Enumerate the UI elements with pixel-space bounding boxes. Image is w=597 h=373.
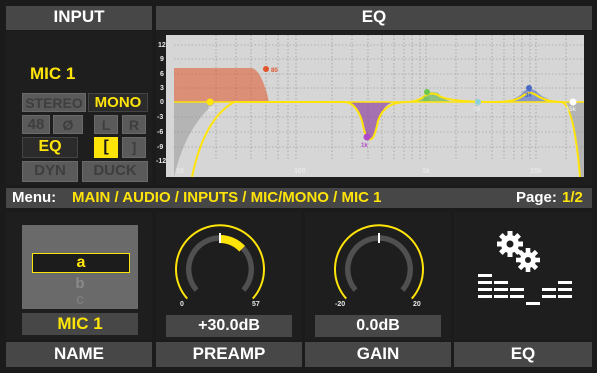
phantom-48-button[interactable]: 48 (22, 115, 50, 134)
y-tick-3: 3 (160, 85, 164, 92)
band-label-5: 5k (474, 107, 481, 113)
menu-bar: Menu: MAIN / AUDIO / INPUTS / MIC/MONO /… (6, 188, 592, 208)
right-button[interactable]: R (122, 115, 146, 134)
mono-button[interactable]: MONO (88, 93, 148, 112)
eq-shortcut-label: EQ (454, 342, 592, 367)
channel-name: MIC 1 (30, 64, 76, 83)
x-tick-1k: 1k (422, 168, 430, 175)
x-tick-10: 10 (176, 168, 184, 175)
band-point-3 (363, 133, 371, 141)
dyn-button[interactable]: DYN (22, 161, 78, 182)
y-tick-9: 9 (160, 56, 164, 63)
x-tick-100: 100 (294, 168, 306, 175)
y-tick-12: 12 (158, 42, 166, 49)
eq-y-axis: 12 9 6 3 0 -3 -6 -9 -12 (156, 42, 166, 165)
gain-cell[interactable]: -20 20 0.0dB (305, 212, 451, 340)
eq-graph-panel[interactable]: 25 80 1k 1k 5k 3k 15k 12 9 6 3 0 -3 -6 -… (156, 31, 592, 185)
gain-max-label: 20 (413, 301, 421, 308)
name-list-selected[interactable]: a (32, 253, 130, 273)
stereo-button[interactable]: STEREO (22, 93, 86, 112)
name-cell[interactable]: a b c MIC 1 (6, 212, 152, 340)
y-tick-m9: -9 (157, 144, 163, 151)
name-list-box[interactable]: a b c (22, 225, 138, 309)
y-tick-m12: -12 (156, 158, 166, 165)
input-panel-title: INPUT (6, 6, 152, 30)
band-point-4 (424, 89, 430, 95)
preamp-label: PREAMP (156, 342, 302, 367)
band-label-1: 25 (208, 107, 215, 113)
eq-curve-graph[interactable]: 25 80 1k 1k 5k 3k 15k 12 9 6 3 0 -3 -6 -… (156, 31, 592, 185)
duck-button[interactable]: DUCK (82, 161, 148, 182)
gain-min-label: -20 (335, 301, 345, 308)
gears-eq-icon[interactable] (454, 212, 592, 322)
page-indicator[interactable]: 1/2 (562, 188, 583, 208)
x-tick-10k: 10k (530, 168, 542, 175)
y-tick-0: 0 (160, 99, 164, 106)
bracket-close-button[interactable]: ] (122, 137, 146, 158)
y-tick-6: 6 (160, 71, 164, 78)
eq-shortcut-cell[interactable] (454, 212, 592, 340)
band-label-3: 1k (361, 143, 368, 149)
menu-prefix: Menu: (12, 189, 57, 206)
menu-breadcrumb[interactable]: MAIN / AUDIO / INPUTS / MIC/MONO / MIC 1 (72, 188, 381, 208)
page-label: Page: (516, 189, 557, 206)
band-point-1 (206, 98, 214, 106)
phase-invert-button[interactable]: Ø (53, 115, 83, 134)
band-point-7 (569, 98, 577, 106)
band-label-7: 15k (566, 107, 577, 113)
eq-panel-title: EQ (156, 6, 592, 30)
band-label-6: 3k (525, 93, 532, 99)
name-label: NAME (6, 342, 152, 367)
band-lowshelf-fill (174, 68, 269, 102)
gain-value-field[interactable]: 0.0dB (315, 315, 441, 337)
band-label-2: 80 (271, 68, 278, 74)
gain-label: GAIN (305, 342, 451, 367)
band-label-4: 1k (423, 97, 430, 103)
gain-knob[interactable]: -20 20 (305, 212, 451, 312)
y-tick-m3: -3 (157, 114, 163, 121)
preamp-min-label: 0 (180, 301, 184, 308)
input-panel: MIC 1 STEREO MONO 48 Ø L R EQ [ ] DYN DU… (6, 31, 152, 185)
name-list-item-a[interactable]: a (33, 254, 129, 272)
band-point-5 (475, 99, 481, 105)
band-point-6 (526, 85, 532, 91)
preamp-knob[interactable]: 0 57 (156, 212, 302, 312)
eq-button[interactable]: EQ (22, 137, 78, 158)
left-button[interactable]: L (94, 115, 118, 134)
preamp-value-field[interactable]: +30.0dB (166, 315, 292, 337)
band-point-2 (263, 66, 269, 72)
name-list-item-c[interactable]: c (22, 291, 138, 308)
bracket-open-button[interactable]: [ (94, 137, 118, 158)
name-list-item-b[interactable]: b (22, 275, 138, 292)
preamp-cell[interactable]: 0 57 +30.0dB (156, 212, 302, 340)
preamp-max-label: 57 (252, 301, 260, 308)
y-tick-m6: -6 (157, 129, 163, 136)
name-value-field[interactable]: MIC 1 (22, 313, 138, 335)
